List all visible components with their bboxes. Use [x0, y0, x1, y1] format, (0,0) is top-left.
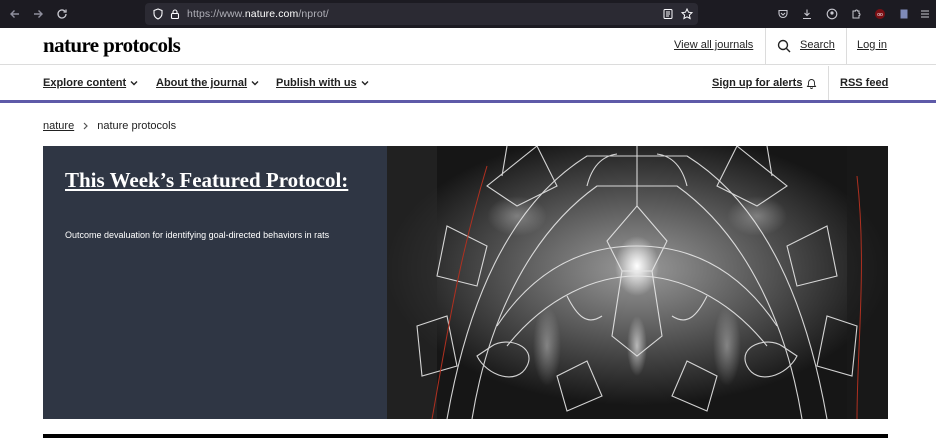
chevron-right-icon [83, 122, 89, 130]
hero-brain-scan-image [387, 146, 888, 419]
url-text: https://www.nature.com/nprot/ [187, 8, 329, 20]
reader-icon[interactable] [661, 7, 675, 21]
header-divider [765, 28, 766, 65]
shield-icon[interactable] [151, 7, 165, 21]
breadcrumb-nature-link[interactable]: nature [43, 120, 74, 132]
search-link[interactable]: Search [800, 39, 835, 51]
forward-icon[interactable] [31, 7, 45, 21]
view-all-journals-link[interactable]: View all journals [674, 39, 753, 51]
lock-icon[interactable] [168, 7, 182, 21]
explore-content-menu[interactable]: Explore content [43, 77, 138, 89]
chevron-down-icon [251, 81, 259, 86]
back-icon[interactable] [8, 7, 22, 21]
nav-divider [828, 66, 829, 100]
account-icon[interactable] [825, 7, 839, 21]
search-icon[interactable] [777, 39, 791, 58]
about-journal-menu[interactable]: About the journal [156, 77, 259, 89]
bell-icon [807, 78, 817, 89]
page-icon[interactable] [897, 7, 911, 21]
about-journal-label: About the journal [156, 77, 248, 89]
section-divider [43, 434, 888, 438]
featured-protocol-hero[interactable]: This Week’s Featured Protocol: Outcome d… [43, 146, 888, 419]
header-divider [846, 28, 847, 65]
svg-text:oo: oo [877, 12, 883, 18]
journal-nav: Explore content About the journal Publis… [0, 66, 936, 103]
browser-toolbar: https://www.nature.com/nprot/ oo [0, 0, 936, 28]
site-header: nature protocols View all journals Searc… [0, 28, 936, 65]
login-link[interactable]: Log in [857, 39, 887, 51]
site-logo[interactable]: nature protocols [43, 33, 181, 58]
star-icon[interactable] [680, 7, 694, 21]
sign-up-alerts-label: Sign up for alerts [712, 77, 803, 89]
publish-with-us-menu[interactable]: Publish with us [276, 77, 369, 89]
chevron-down-icon [130, 81, 138, 86]
chevron-down-icon [361, 81, 369, 86]
url-host: nature.com [244, 8, 299, 20]
pocket-icon[interactable] [776, 7, 790, 21]
menu-icon[interactable] [918, 7, 932, 21]
breadcrumb-current: nature protocols [97, 120, 177, 132]
reload-icon[interactable] [55, 7, 69, 21]
url-prefix: https://www. [187, 8, 245, 20]
sign-up-alerts-link[interactable]: Sign up for alerts [712, 77, 817, 89]
breadcrumb: nature nature protocols [43, 120, 176, 132]
hero-text-panel: This Week’s Featured Protocol: Outcome d… [43, 146, 387, 419]
hero-title[interactable]: This Week’s Featured Protocol: [65, 168, 355, 192]
publish-with-us-label: Publish with us [276, 77, 357, 89]
address-bar[interactable]: https://www.nature.com/nprot/ [145, 3, 698, 25]
hero-subtitle: Outcome devaluation for identifying goal… [65, 230, 330, 240]
extensions-icon[interactable] [849, 7, 863, 21]
url-path: /nprot/ [298, 8, 329, 20]
rss-feed-link[interactable]: RSS feed [840, 77, 888, 89]
ublock-icon[interactable]: oo [873, 7, 887, 21]
explore-content-label: Explore content [43, 77, 127, 89]
download-icon[interactable] [800, 7, 814, 21]
